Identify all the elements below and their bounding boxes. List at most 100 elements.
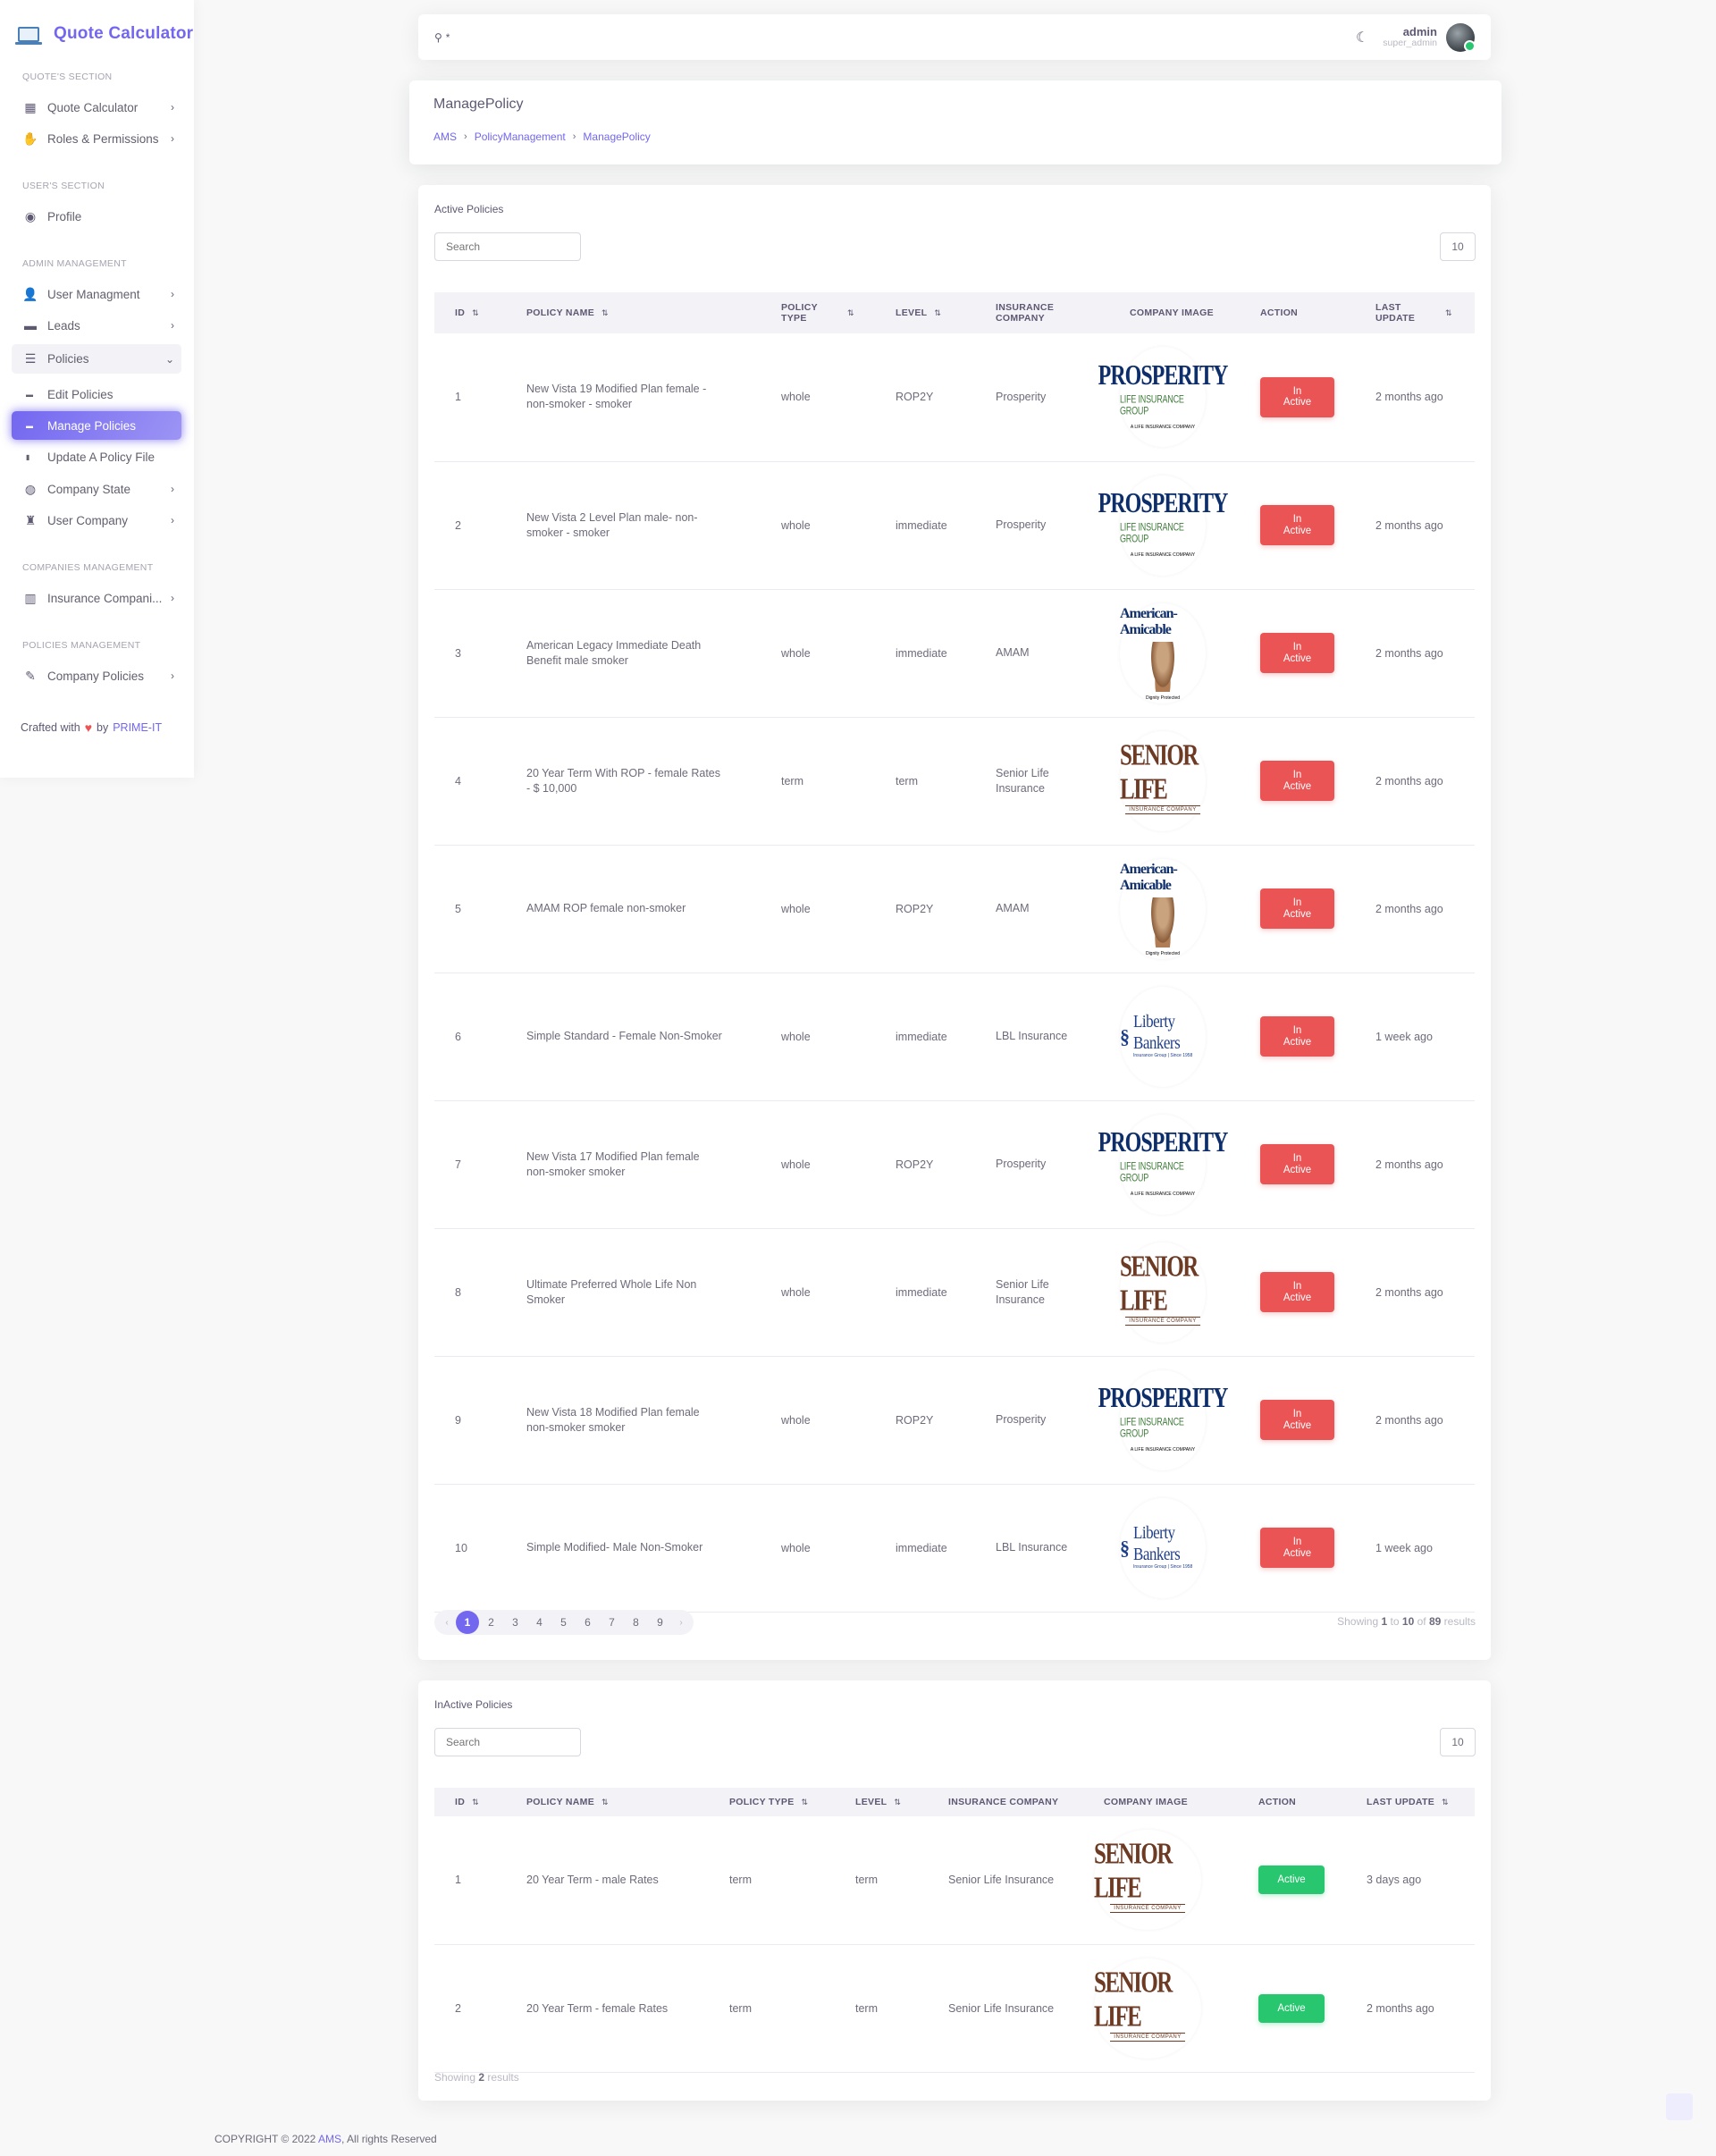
pagination-page[interactable]: 4 bbox=[527, 1611, 551, 1634]
showing-prefix: Showing bbox=[434, 2071, 476, 2084]
scroll-to-top-button[interactable] bbox=[1666, 2093, 1693, 2120]
col-header-last-update[interactable]: LAST UPDATE ⇅ bbox=[1346, 1788, 1475, 1816]
sidebar-item-policies[interactable]: ☰ Policies ⌄ bbox=[12, 344, 181, 374]
col-header-level[interactable]: LEVEL ⇅ bbox=[875, 292, 975, 333]
crafted-brand-link[interactable]: PRIME-IT bbox=[113, 721, 162, 734]
pagination-page[interactable]: 7 bbox=[600, 1611, 624, 1634]
search-input[interactable]: * bbox=[446, 31, 450, 44]
col-header-policy-type[interactable]: POLICY TYPE ⇅ bbox=[709, 1788, 835, 1816]
deactivate-button[interactable]: In Active bbox=[1260, 1272, 1334, 1312]
inactive-search-input[interactable] bbox=[434, 1728, 581, 1756]
chevron-right-icon: › bbox=[572, 131, 576, 142]
user-info[interactable]: admin super_admin bbox=[1383, 25, 1437, 49]
sidebar-item-edit-policies[interactable]: ▬ Edit Policies bbox=[12, 380, 181, 408]
sidebar-item-label: Insurance Compani... bbox=[47, 591, 163, 605]
col-header-policy-name[interactable]: POLICY NAME ⇅ bbox=[506, 1788, 709, 1816]
pagination-page[interactable]: 8 bbox=[624, 1611, 648, 1634]
cell-policy-name: New Vista 2 Level Plan male- non-smoker … bbox=[506, 461, 761, 590]
sidebar-item-label: User Company bbox=[47, 513, 129, 527]
col-header-id[interactable]: ID ⇅ bbox=[434, 1788, 506, 1816]
pagination-page[interactable]: 2 bbox=[479, 1611, 503, 1634]
sidebar-item-profile[interactable]: ◉ Profile bbox=[12, 203, 181, 230]
col-header-last-update[interactable]: LAST UPDATE ⇅ bbox=[1355, 292, 1475, 333]
active-per-page-select[interactable]: 10 bbox=[1440, 232, 1476, 261]
sidebar-item-user-company[interactable]: ♜ User Company › bbox=[12, 507, 181, 534]
pagination-page[interactable]: 9 bbox=[648, 1611, 672, 1634]
col-header-policy-type[interactable]: POLICY TYPE ⇅ bbox=[761, 292, 875, 333]
pagination-page[interactable]: 5 bbox=[551, 1611, 576, 1634]
sidebar-item-manage-policies[interactable]: ▬ Manage Policies bbox=[12, 411, 181, 440]
brand[interactable]: Quote Calculator bbox=[0, 0, 194, 52]
sidebar-item-insurance-companies[interactable]: ▥ Insurance Compani... › bbox=[12, 585, 181, 611]
cell-last-update-text: 1 week ago bbox=[1375, 1030, 1433, 1043]
active-policies-card: Active Policies 10 ID ⇅ POLICY NAME ⇅ POLI… bbox=[418, 185, 1491, 1660]
sidebar-item-quote-calculator[interactable]: ▦ Quote Calculator › bbox=[12, 94, 181, 121]
col-label: INSURANCE COMPANY bbox=[996, 302, 1055, 324]
chevron-right-icon: › bbox=[171, 592, 174, 604]
cell-level-text: immediate bbox=[896, 518, 947, 532]
deactivate-button[interactable]: In Active bbox=[1260, 1144, 1334, 1184]
cell-policy-type-text: term bbox=[781, 774, 803, 787]
cell-policy-name-text: 20 Year Term - male Rates bbox=[526, 1874, 659, 1887]
col-label: LEVEL bbox=[855, 1797, 887, 1807]
deactivate-button[interactable]: In Active bbox=[1260, 505, 1334, 545]
sidebar-item-company-state[interactable]: ◍ Company State › bbox=[12, 476, 181, 502]
cell-policy-type: whole bbox=[761, 589, 875, 718]
table-row: 1 20 Year Term - male Rates term term Senior… bbox=[434, 1816, 1475, 1945]
cell-insurance-company-text: Prosperity bbox=[996, 1158, 1047, 1171]
col-header-id[interactable]: ID ⇅ bbox=[434, 292, 506, 333]
cell-policy-name: AMAM ROP female non-smoker bbox=[506, 845, 761, 973]
laptop-logo-icon bbox=[15, 26, 42, 45]
pagination-page[interactable]: 3 bbox=[503, 1611, 527, 1634]
breadcrumb-link-ams[interactable]: AMS bbox=[433, 131, 457, 143]
deactivate-button[interactable]: In Active bbox=[1260, 376, 1334, 417]
moon-icon[interactable]: ☾ bbox=[1356, 29, 1368, 46]
cell-policy-name: New Vista 19 Modified Plan female - non-… bbox=[506, 333, 761, 462]
cell-policy-type: whole bbox=[761, 1228, 875, 1357]
sidebar-item-leads[interactable]: ▬ Leads › bbox=[12, 312, 181, 339]
pagination-page[interactable]: 1 bbox=[456, 1611, 479, 1634]
avatar[interactable] bbox=[1446, 22, 1476, 52]
sidebar-item-company-policies[interactable]: ✎ Company Policies › bbox=[12, 662, 181, 689]
sort-icon: ⇅ bbox=[472, 1798, 479, 1806]
cell-last-update: 2 months ago bbox=[1355, 333, 1475, 462]
search-icon[interactable]: ⚲ bbox=[434, 31, 442, 44]
sidebar-item-update-policy-file[interactable]: ▮ Update A Policy File bbox=[12, 442, 181, 471]
deactivate-button[interactable]: In Active bbox=[1260, 633, 1334, 673]
sidebar-item-user-management[interactable]: 👤 User Managment › bbox=[12, 281, 181, 307]
inactive-policies-card: InActive Policies 10 ID ⇅ POLICY NAME ⇅ PO… bbox=[418, 1680, 1491, 2101]
table-row: 9 New Vista 18 Modified Plan female non-s… bbox=[434, 1356, 1475, 1485]
logo-text: Liberty Bankers Insurance Group | Since 1… bbox=[1133, 1522, 1206, 1570]
inactive-per-page-select[interactable]: 10 bbox=[1440, 1728, 1476, 1756]
col-label: ACTION bbox=[1258, 1797, 1297, 1807]
logo-mark: § bbox=[1120, 1536, 1130, 1559]
showing-total: 89 bbox=[1428, 1615, 1442, 1628]
sidebar-item-roles-permissions[interactable]: ✋ Roles & Permissions › bbox=[12, 125, 181, 152]
deactivate-button[interactable]: In Active bbox=[1260, 761, 1334, 801]
file-icon: ▮ bbox=[26, 452, 30, 461]
activate-button[interactable]: Active bbox=[1258, 1865, 1325, 1895]
col-header-policy-name[interactable]: POLICY NAME ⇅ bbox=[506, 292, 761, 333]
breadcrumb-current: ManagePolicy bbox=[583, 131, 651, 143]
footer-brand-link[interactable]: AMS bbox=[318, 2133, 341, 2145]
breadcrumb-link-policy-management[interactable]: PolicyManagement bbox=[475, 131, 566, 143]
cell-level: immediate bbox=[875, 973, 975, 1101]
cell-last-update-text: 2 months ago bbox=[1375, 391, 1443, 404]
cell-id-text: 4 bbox=[455, 774, 461, 787]
col-header-level[interactable]: LEVEL ⇅ bbox=[835, 1788, 928, 1816]
cell-level-text: immediate bbox=[896, 1541, 947, 1554]
deactivate-button[interactable]: In Active bbox=[1260, 1016, 1334, 1057]
cell-last-update-text: 2 months ago bbox=[1375, 1413, 1443, 1427]
inactive-showing-text: Showing 2 results bbox=[434, 2071, 519, 2084]
active-search-input[interactable] bbox=[434, 232, 581, 261]
cell-level-text: immediate bbox=[896, 1030, 947, 1043]
deactivate-button[interactable]: In Active bbox=[1260, 1528, 1334, 1568]
deactivate-button[interactable]: In Active bbox=[1260, 889, 1334, 929]
pagination-prev[interactable]: ‹ bbox=[438, 1611, 456, 1634]
cell-insurance-company-text: Prosperity bbox=[996, 518, 1047, 532]
pagination-page[interactable]: 6 bbox=[576, 1611, 600, 1634]
deactivate-button[interactable]: In Active bbox=[1260, 1400, 1334, 1440]
pagination-next[interactable]: › bbox=[672, 1611, 690, 1634]
table-header-row: ID ⇅ POLICY NAME ⇅ POLICY TYPE ⇅ LEVEL ⇅ INS… bbox=[434, 292, 1475, 333]
activate-button[interactable]: Active bbox=[1258, 1993, 1325, 2023]
